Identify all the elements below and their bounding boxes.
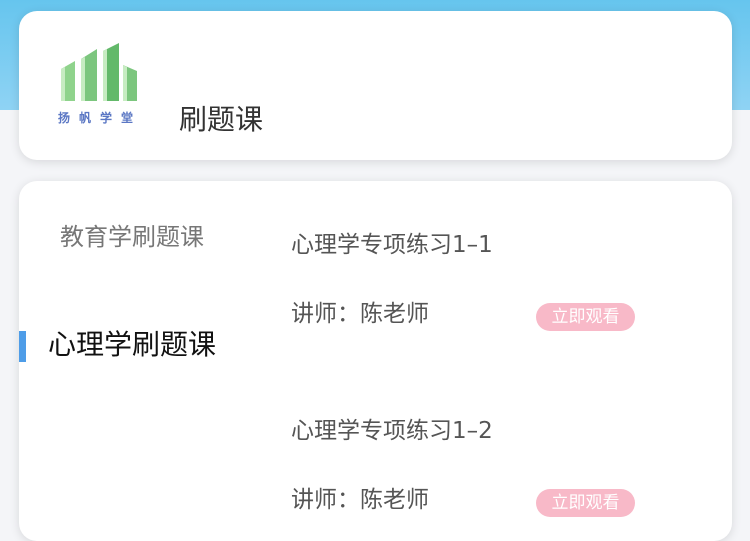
header-card: 扬帆学堂 刷题课 [19, 11, 732, 160]
category-tab-education[interactable]: 教育学刷题课 [60, 221, 204, 253]
category-tab-psychology[interactable]: 心理学刷题课 [48, 326, 216, 364]
course-teacher: 讲师：陈老师 [291, 301, 429, 327]
content-card: 教育学刷题课 心理学刷题课 心理学专项练习1–1 讲师：陈老师 立即观看 心理学… [19, 181, 732, 541]
watch-now-button[interactable]: 立即观看 [536, 489, 635, 517]
building-logo-icon [61, 43, 137, 101]
logo-text: 扬帆学堂 [58, 111, 143, 125]
app-logo: 扬帆学堂 [57, 41, 147, 131]
course-teacher: 讲师：陈老师 [291, 487, 429, 513]
course-title: 心理学专项练习1–1 [291, 232, 493, 258]
course-title: 心理学专项练习1–2 [291, 418, 493, 444]
watch-now-button[interactable]: 立即观看 [536, 303, 635, 331]
page-title: 刷题课 [179, 103, 264, 136]
active-indicator [19, 331, 26, 362]
